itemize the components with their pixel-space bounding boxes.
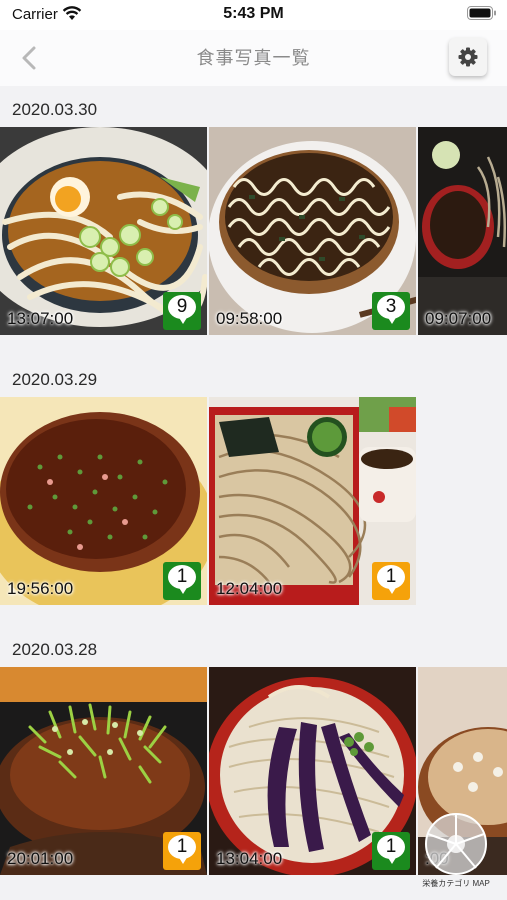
- comment-count-badge[interactable]: 1: [372, 562, 410, 600]
- photo-time-label: 12:04:00: [216, 579, 283, 598]
- photo-tile[interactable]: 13:04:00 1: [209, 667, 416, 875]
- comment-count-badge[interactable]: 1: [163, 562, 201, 600]
- comment-count: 1: [176, 566, 188, 587]
- soba-photo: [418, 127, 507, 335]
- section-date-header: 2020.03.29: [12, 370, 98, 389]
- comment-count: 1: [385, 836, 397, 857]
- comment-count-badge[interactable]: 3: [372, 292, 410, 330]
- photo-tile[interactable]: 20:01:00 1: [0, 667, 207, 875]
- photo-row: 13:07:00 9 09:58:00 3 09:07:00: [0, 127, 507, 335]
- photo-time-label: 20:01:00: [7, 849, 74, 868]
- gear-icon: [458, 47, 478, 67]
- page-title: 食事写真一覧: [196, 48, 311, 68]
- comment-count: 1: [385, 566, 397, 587]
- photo-tile[interactable]: 13:07:00 9: [0, 127, 207, 335]
- nutrition-category-map-button[interactable]: 栄養カテゴリ MAP: [412, 812, 500, 892]
- comment-count-badge[interactable]: 1: [163, 832, 201, 870]
- section-date-header: 2020.03.30: [12, 100, 98, 119]
- navigation-bar: 食事写真一覧: [0, 30, 507, 86]
- map-button-label: 栄養カテゴリ MAP: [422, 879, 490, 888]
- comment-count-badge[interactable]: 9: [163, 292, 201, 330]
- photo-time-label: 19:56:00: [7, 579, 74, 598]
- comment-count-badge[interactable]: 1: [372, 832, 410, 870]
- battery-icon: [467, 6, 496, 20]
- photo-row: 19:56:00 1 12:04:00 1: [0, 397, 507, 605]
- comment-count: 9: [176, 296, 188, 317]
- settings-button[interactable]: [449, 38, 487, 76]
- pie-chart-icon: [425, 813, 487, 875]
- section-date-header: 2020.03.28: [12, 640, 98, 659]
- photo-tile[interactable]: 19:56:00 1: [0, 397, 207, 605]
- clock: 5:43 PM: [223, 5, 284, 22]
- status-bar: Carrier 5:43 PM: [0, 0, 507, 30]
- photo-time-label: 09:07:00: [425, 309, 492, 328]
- photo-time-label: 09:58:00: [216, 309, 283, 328]
- comment-count: 1: [176, 836, 188, 857]
- photo-time-label: 13:07:00: [7, 309, 74, 328]
- photo-tile[interactable]: 09:58:00 3: [209, 127, 416, 335]
- comment-count: 3: [385, 296, 397, 317]
- photo-tile[interactable]: 09:07:00: [418, 127, 507, 335]
- photo-tile[interactable]: 12:04:00 1: [209, 397, 416, 605]
- photo-time-label: 13:04:00: [216, 849, 283, 868]
